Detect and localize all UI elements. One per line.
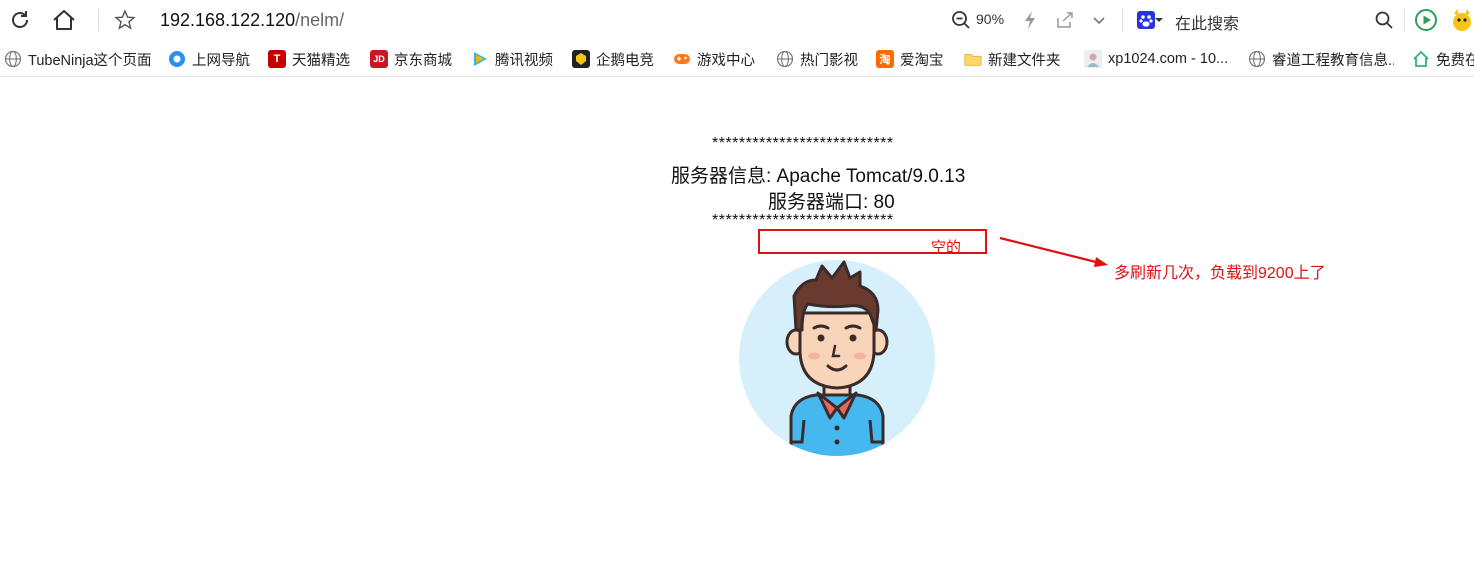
zoom-level[interactable]: 90% <box>976 11 1004 27</box>
globe-icon <box>1248 50 1266 68</box>
toolbar-divider <box>1404 8 1405 32</box>
bookmark-label: 睿道工程教育信息... <box>1272 52 1394 69</box>
home-icon[interactable] <box>50 6 78 34</box>
bookmark-item[interactable]: 企鹅电竞 <box>572 49 667 69</box>
bookmark-item[interactable]: 免费在 <box>1412 49 1474 69</box>
star-icon[interactable] <box>111 6 139 34</box>
server-port-text: 服务器端口: 80 <box>768 192 895 213</box>
bookmark-label: 上网导航 <box>192 52 250 69</box>
toolbar-divider <box>98 9 99 31</box>
jd-icon: JD <box>370 50 388 68</box>
avatar-icon <box>1084 50 1102 68</box>
search-input[interactable]: 在此搜索 <box>1175 10 1239 34</box>
tencent-video-icon <box>471 50 489 68</box>
avatar <box>739 260 935 456</box>
mascot-extension-icon[interactable] <box>1450 6 1474 34</box>
bookmarks-bar: TubeNinja这个页面 上网导航 T 天猫精选 JD 京东商城 腾讯视频 企… <box>0 41 1474 77</box>
toolbar-divider <box>1122 8 1123 32</box>
url-path: /nelm/ <box>295 10 345 30</box>
annotation-text: 多刷新几次，负载到9200上了 <box>1114 265 1326 282</box>
play-extension-icon[interactable] <box>1412 6 1440 34</box>
bookmark-label: 游戏中心 <box>697 52 755 69</box>
bookmark-item[interactable]: 热门影视 <box>776 49 871 69</box>
navigation-icon <box>168 50 186 68</box>
bookmark-label: 京东商城 <box>394 52 452 69</box>
bookmark-label: TubeNinja这个页面 <box>28 52 152 69</box>
bookmark-item[interactable]: 新建文件夹 <box>964 49 1076 69</box>
globe-icon <box>776 50 794 68</box>
chevron-down-icon[interactable] <box>1085 6 1113 34</box>
bookmark-item[interactable]: 睿道工程教育信息... <box>1248 49 1394 69</box>
penguin-esports-icon <box>572 50 590 68</box>
bookmark-item[interactable]: JD 京东商城 <box>370 49 465 69</box>
folder-icon <box>964 50 982 68</box>
empty-label: 空的 <box>931 239 962 256</box>
bookmark-label: 新建文件夹 <box>988 52 1061 69</box>
bookmark-item[interactable]: 上网导航 <box>168 49 263 69</box>
bookmark-label: 热门影视 <box>800 52 858 69</box>
bookmark-item[interactable]: 淘 爱淘宝 <box>876 49 961 69</box>
bookmark-item[interactable]: 游戏中心 <box>673 49 768 69</box>
bookmark-label: 爱淘宝 <box>900 52 944 69</box>
annotation-arrow-icon <box>999 236 1108 267</box>
tmall-icon: T <box>268 50 286 68</box>
address-bar[interactable]: 192.168.122.120/nelm/ <box>160 9 344 31</box>
home-icon <box>1412 50 1430 68</box>
bookmark-label: 免费在 <box>1436 52 1474 69</box>
url-host: 192.168.122.120 <box>160 10 296 30</box>
reload-icon[interactable] <box>6 6 34 34</box>
bookmark-item[interactable]: TubeNinja这个页面 <box>4 49 154 69</box>
stars-divider-bottom: *************************** <box>712 212 894 229</box>
stars-divider-top: *************************** <box>712 135 894 152</box>
bookmark-item[interactable]: T 天猫精选 <box>268 49 363 69</box>
bookmark-label: 腾讯视频 <box>495 52 553 69</box>
zoom-icon[interactable] <box>947 6 975 34</box>
gamepad-icon <box>673 50 691 68</box>
globe-icon <box>4 50 22 68</box>
search-engine-dropdown-icon[interactable] <box>1152 6 1166 34</box>
bookmark-item[interactable]: xp1024.com - 10... <box>1084 49 1234 69</box>
bookmark-label: 天猫精选 <box>292 52 350 69</box>
taobao-icon: 淘 <box>876 50 894 68</box>
bookmark-label: 企鹅电竞 <box>596 52 654 69</box>
bookmark-item[interactable]: 腾讯视频 <box>471 49 566 69</box>
address-toolbar: 192.168.122.120/nelm/ 90% 在此搜索 <box>0 0 1474 40</box>
share-icon[interactable] <box>1051 6 1079 34</box>
search-icon[interactable] <box>1370 6 1398 34</box>
bookmark-label: xp1024.com - 10... <box>1108 51 1229 67</box>
lightning-icon[interactable] <box>1016 6 1044 34</box>
server-info-text: 服务器信息: Apache Tomcat/9.0.13 <box>671 166 966 187</box>
